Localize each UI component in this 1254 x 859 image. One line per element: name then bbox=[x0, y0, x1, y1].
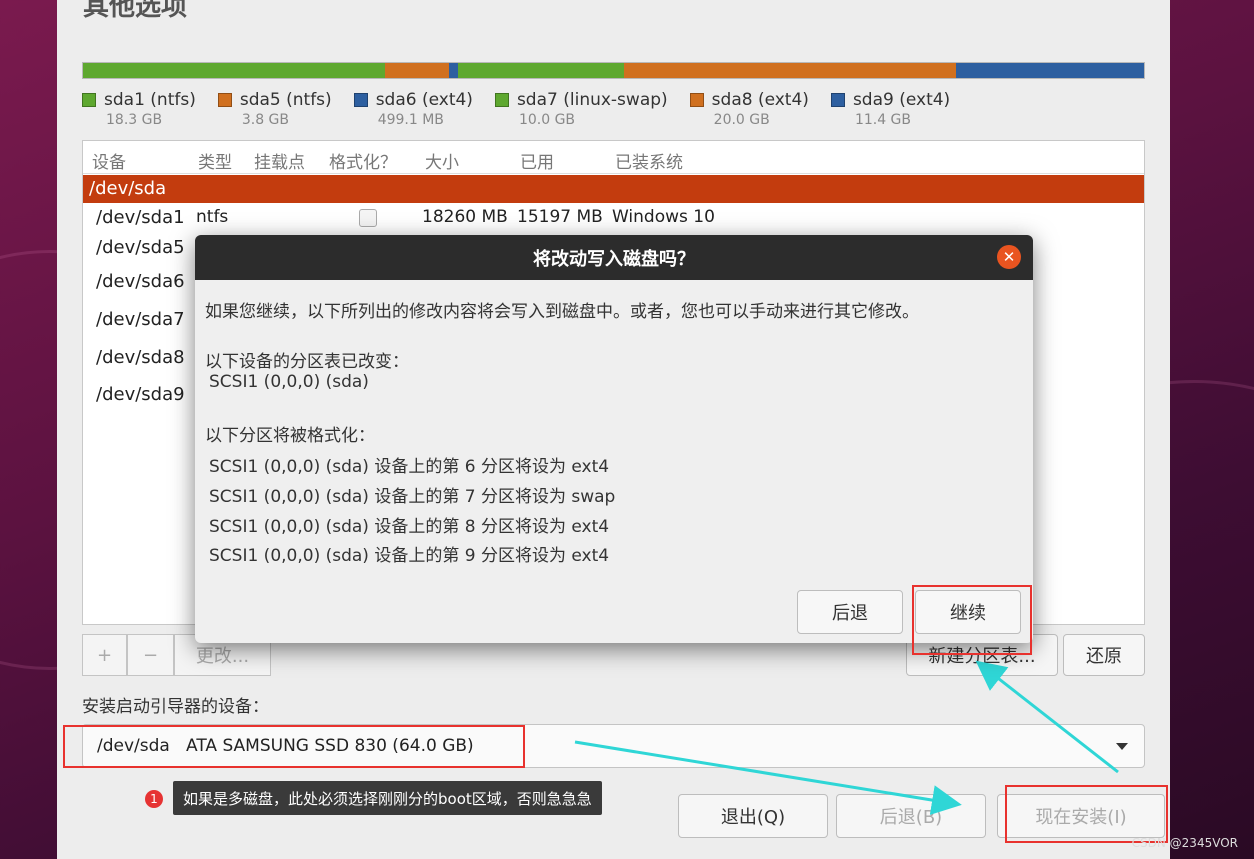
legend-size: 11.4 GB bbox=[854, 112, 912, 128]
watermark: CSDN @2345VOR bbox=[1131, 836, 1238, 850]
partition-segment bbox=[956, 63, 1144, 78]
row-device: /dev/sda8 bbox=[96, 347, 185, 368]
row-device: /dev/sda5 bbox=[96, 237, 185, 258]
format-item: SCSI1 (0,0,0) (sda) 设备上的第 8 分区将设为 ext4 bbox=[209, 517, 610, 537]
table-changed-device: SCSI1 (0,0,0) (sda) bbox=[209, 372, 369, 392]
table-row-selected[interactable]: /dev/sda bbox=[83, 175, 1144, 203]
row-device: /dev/sda7 bbox=[96, 309, 185, 330]
legend-size: 10.0 GB bbox=[518, 112, 576, 128]
legend-size: 18.3 GB bbox=[106, 112, 163, 128]
boot-device-label: 安装启动引导器的设备： bbox=[82, 697, 269, 717]
row-size: 18260 MB bbox=[422, 207, 508, 227]
annotation-badge: 1 bbox=[145, 790, 163, 808]
legend-item: sda8 (ext4) 20.0 GB bbox=[689, 90, 809, 128]
legend-size: 499.1 MB bbox=[377, 112, 444, 128]
legend-swatch bbox=[689, 93, 704, 107]
col-system[interactable]: 已装系统 bbox=[615, 148, 683, 173]
row-system: Windows 10 bbox=[612, 207, 715, 227]
remove-partition-button[interactable]: − bbox=[127, 634, 174, 676]
legend-name: sda1 (ntfs) bbox=[104, 90, 196, 110]
partition-legend: sda1 (ntfs) 18.3 GB sda5 (ntfs) 3.8 GB sda6 … bbox=[82, 90, 1162, 128]
legend-name: sda6 (ext4) bbox=[375, 90, 473, 110]
legend-item: sda5 (ntfs) 3.8 GB bbox=[217, 90, 332, 128]
legend-item: sda9 (ext4) 11.4 GB bbox=[830, 90, 951, 128]
format-item: SCSI1 (0,0,0) (sda) 设备上的第 6 分区将设为 ext4 bbox=[209, 457, 610, 477]
partition-segment bbox=[83, 63, 386, 78]
col-size[interactable]: 大小 bbox=[425, 148, 459, 173]
col-device[interactable]: 设备 bbox=[92, 148, 126, 173]
legend-size: 20.0 GB bbox=[713, 112, 770, 128]
dialog-intro: 如果您继续，以下所列出的修改内容将会写入到磁盘中。或者，您也可以手动来进行其它修… bbox=[205, 302, 919, 322]
chevron-down-icon bbox=[1116, 743, 1128, 750]
legend-swatch bbox=[494, 93, 509, 107]
legend-swatch bbox=[353, 93, 368, 107]
format-item: SCSI1 (0,0,0) (sda) 设备上的第 9 分区将设为 ext4 bbox=[209, 546, 610, 566]
legend-item: sda1 (ntfs) 18.3 GB bbox=[82, 90, 196, 128]
partition-segment bbox=[385, 63, 450, 78]
row-used: 15197 MB bbox=[517, 207, 603, 227]
legend-name: sda7 (linux-swap) bbox=[516, 90, 668, 110]
format-label: 以下分区将被格式化： bbox=[205, 426, 375, 446]
row-type: ntfs bbox=[196, 207, 229, 227]
highlight-boot-select bbox=[63, 725, 525, 768]
partition-segment bbox=[449, 63, 458, 78]
legend-swatch bbox=[217, 93, 232, 107]
dialog-back-button[interactable]: 后退 bbox=[797, 590, 903, 634]
revert-button[interactable]: 还原 bbox=[1063, 634, 1145, 676]
write-changes-dialog: 将改动写入磁盘吗？ ✕ 如果您继续，以下所列出的修改内容将会写入到磁盘中。或者，… bbox=[195, 235, 1033, 643]
quit-button[interactable]: 退出(Q) bbox=[678, 794, 828, 838]
legend-swatch bbox=[830, 93, 845, 107]
row-device: /dev/sda1 bbox=[96, 207, 185, 228]
legend-swatch bbox=[82, 93, 96, 107]
table-row[interactable]: /dev/sda1 ntfs 18260 MB 15197 MB Windows… bbox=[83, 204, 1144, 234]
partition-bar bbox=[82, 62, 1145, 79]
format-checkbox[interactable] bbox=[359, 209, 377, 227]
legend-name: sda9 (ext4) bbox=[852, 90, 951, 110]
col-used[interactable]: 已用 bbox=[520, 148, 554, 173]
row-device: /dev/sda6 bbox=[96, 271, 185, 292]
table-changed-label: 以下设备的分区表已改变： bbox=[205, 352, 409, 372]
window-title: 其他选项 bbox=[83, 0, 188, 22]
highlight-continue-button bbox=[912, 585, 1032, 655]
annotation-note: 如果是多磁盘，此处必须选择刚刚分的boot区域，否则急急急 bbox=[173, 781, 602, 815]
dialog-title: 将改动写入磁盘吗？ bbox=[195, 235, 1033, 280]
col-mount[interactable]: 挂载点 bbox=[254, 148, 305, 173]
format-item: SCSI1 (0,0,0) (sda) 设备上的第 7 分区将设为 swap bbox=[209, 487, 616, 507]
legend-name: sda5 (ntfs) bbox=[239, 90, 332, 110]
highlight-install-button bbox=[1005, 785, 1168, 843]
row-device: /dev/sda9 bbox=[96, 384, 185, 405]
legend-size: 3.8 GB bbox=[241, 112, 290, 128]
col-format[interactable]: 格式化？ bbox=[329, 148, 397, 173]
close-icon[interactable]: ✕ bbox=[997, 245, 1021, 269]
table-header: 设备 类型 挂载点 格式化？ 大小 已用 已装系统 bbox=[83, 141, 1144, 174]
legend-name: sda8 (ext4) bbox=[711, 90, 809, 110]
col-type[interactable]: 类型 bbox=[198, 148, 232, 173]
back-button[interactable]: 后退(B) bbox=[836, 794, 986, 838]
partition-segment bbox=[624, 63, 957, 78]
legend-item: sda6 (ext4) 499.1 MB bbox=[353, 90, 473, 128]
legend-item: sda7 (linux-swap) 10.0 GB bbox=[494, 90, 668, 128]
partition-segment bbox=[457, 63, 625, 78]
add-partition-button[interactable]: + bbox=[82, 634, 127, 676]
